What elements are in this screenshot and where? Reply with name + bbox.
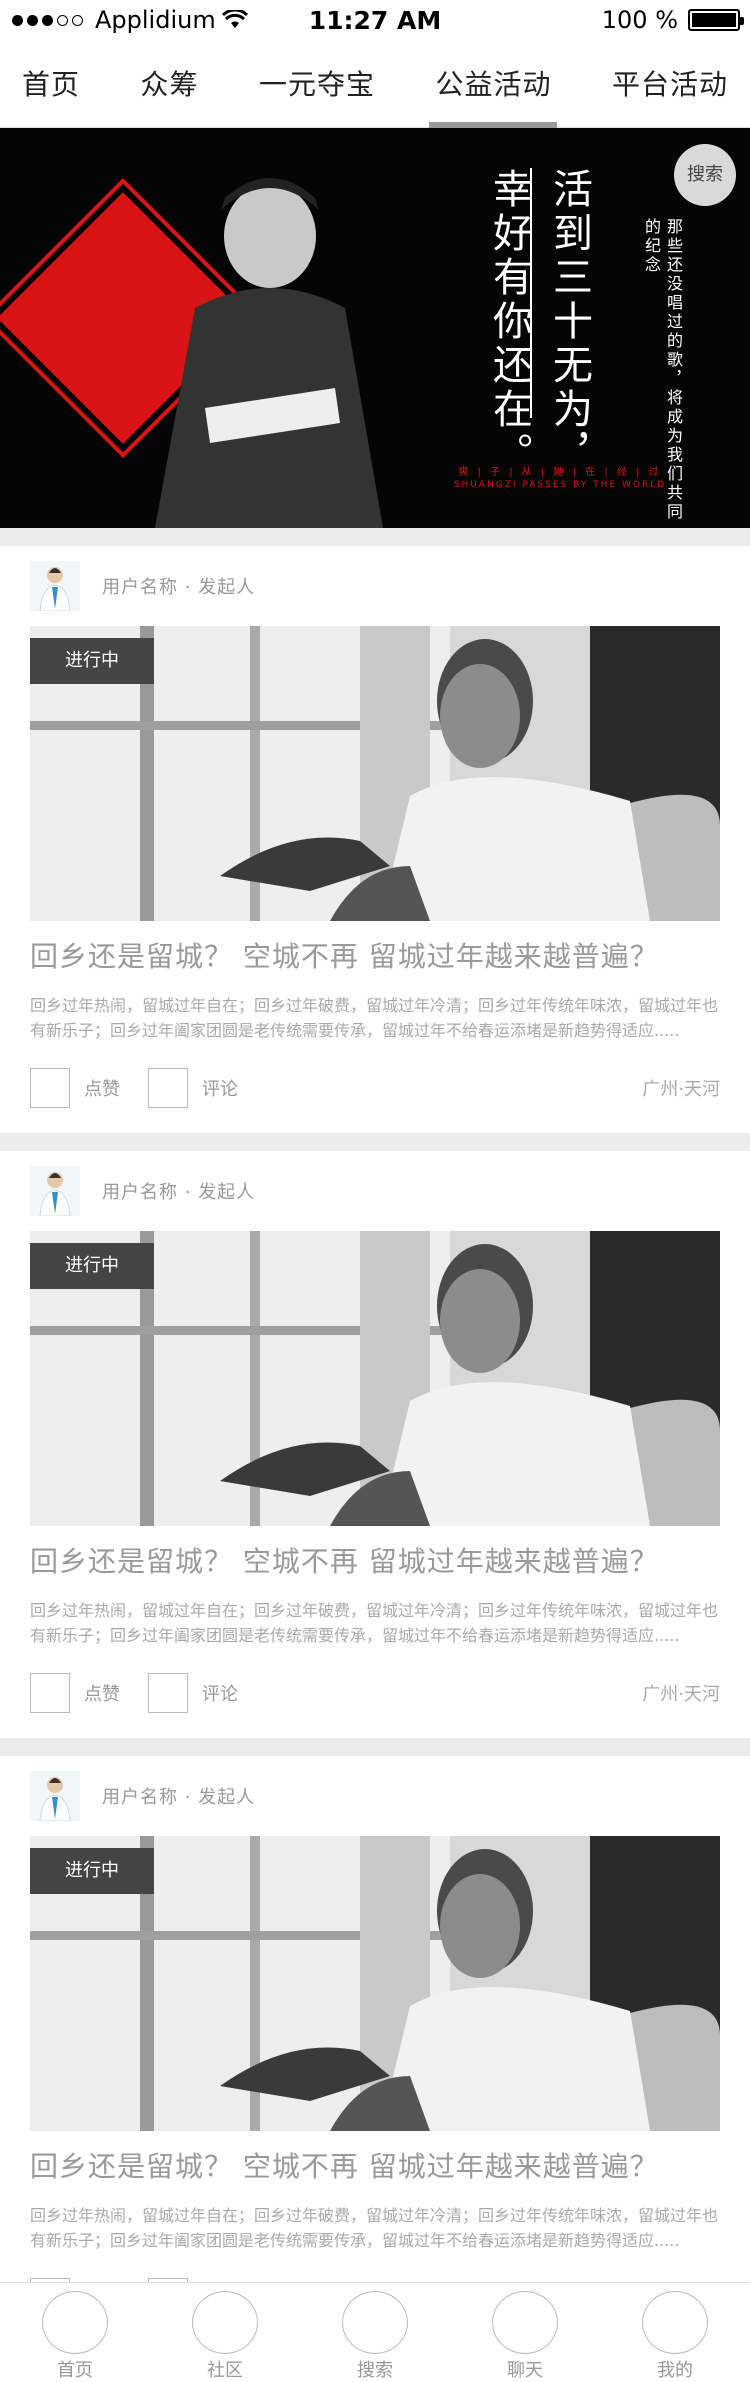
tab-2[interactable]: 一元夺宝 [259,42,375,128]
battery-icon [688,9,744,31]
bottom-tab-label: 社区 [207,2360,243,2381]
tab-3[interactable]: 公益活动 [429,42,558,128]
bottom-tab-0[interactable]: 首页 [20,2283,130,2382]
activity-description: 回乡过年热闹，留城过年自在；回乡过年破费，留城过年冷清；回乡过年传统年味浓，留城… [30,2206,719,2250]
tab-icon [492,2291,558,2354]
status-badge: 进行中 [30,1243,154,1289]
section-separator [0,528,750,546]
section-separator [0,1133,750,1151]
tab-icon [192,2291,258,2354]
top-nav: 首页 众筹 一元夺宝 公益活动 平台活动 [0,42,750,128]
like-button[interactable]: 点赞 [30,1068,120,1108]
bottom-tab-bar: 首页 社区 搜索 聊天 我的 [0,2282,750,2382]
status-badge: 进行中 [30,1848,154,1894]
tab-icon [642,2291,708,2354]
bottom-tab-2[interactable]: 搜索 [320,2283,430,2382]
activity-card[interactable]: 用户名称 · 发起人 进行中 回乡还是留城？ 空城不再 留城过年越来越普遍？ 回 [0,1151,750,1738]
activity-photo[interactable]: 进行中 [30,1231,720,1526]
like-label: 点赞 [84,1684,120,1705]
avatar[interactable] [30,1771,80,1821]
bottom-tab-label: 我的 [657,2360,693,2381]
activity-title[interactable]: 回乡还是留城？ 空城不再 留城过年越来越普遍？ [30,1540,720,1580]
section-separator [0,1738,750,1756]
status-bar: Applidium 11:27 AM 100 % [0,0,750,42]
user-name[interactable]: 用户名称 · 发起人 [102,573,255,599]
activity-description: 回乡过年热闹，留城过年自在；回乡过年破费，留城过年冷清；回乡过年传统年味浓，留城… [30,996,719,1040]
comment-icon [148,1068,188,1108]
location-label: 广州·天河 [642,1684,720,1705]
comment-button[interactable]: 评论 [148,1068,238,1108]
activity-card[interactable]: 用户名称 · 发起人 进行中 回乡还是留城？ 空城不再 留城过年越来越普遍？ 回 [0,546,750,1133]
activity-card[interactable]: 用户名称 · 发起人 进行中 回乡还是留城？ 空城不再 留城过年越来越普遍？ 回 [0,1756,750,2343]
avatar[interactable] [30,561,80,611]
comment-label: 评论 [202,1684,238,1705]
battery-fill [692,13,736,27]
banner-headline-1: 活到三十无为， [546,168,592,476]
like-button[interactable]: 点赞 [30,1673,120,1713]
comment-button[interactable]: 评论 [148,1673,238,1713]
comment-icon [148,1673,188,1713]
tab-4[interactable]: 平台活动 [612,42,728,128]
bottom-tab-1[interactable]: 社区 [170,2283,280,2382]
activity-description: 回乡过年热闹，留城过年自在；回乡过年破费，留城过年冷清；回乡过年传统年味浓，留城… [30,1601,719,1645]
card-header: 用户名称 · 发起人 [30,546,720,626]
location-label: 广州·天河 [642,1079,720,1100]
activity-title[interactable]: 回乡还是留城？ 空城不再 留城过年越来越普遍？ [30,2145,720,2185]
user-name[interactable]: 用户名称 · 发起人 [102,1783,255,1809]
search-button[interactable]: 搜索 [674,144,736,206]
banner-subtitle-cn: 爽 | 子 | 从 | 她 | 在 | 经 | 过 [458,467,662,478]
battery-percent: 100 % [601,6,678,34]
user-name[interactable]: 用户名称 · 发起人 [102,1178,255,1204]
bottom-tab-label: 聊天 [507,2360,543,2381]
tab-1[interactable]: 众筹 [140,42,198,128]
activity-feed: 用户名称 · 发起人 进行中 回乡还是留城？ 空城不再 留城过年越来越普遍？ 回 [0,528,750,2343]
bottom-tab-label: 首页 [57,2360,93,2381]
card-header: 用户名称 · 发起人 [30,1756,720,1836]
avatar[interactable] [30,1166,80,1216]
comment-label: 评论 [202,1079,238,1100]
hero-banner[interactable]: 活到三十无为， 幸好有你还在。 那些还没唱过的歌，将成为我们共同的纪念 爽 | … [0,128,750,528]
banner-portrait [155,178,383,528]
like-icon [30,1673,70,1713]
like-label: 点赞 [84,1079,120,1100]
bottom-tab-4[interactable]: 我的 [620,2283,730,2382]
activity-title[interactable]: 回乡还是留城？ 空城不再 留城过年越来越普遍？ [30,935,720,975]
activity-photo[interactable]: 进行中 [30,626,720,921]
banner-headline-2: 幸好有你还在。 [486,168,532,476]
activity-photo[interactable]: 进行中 [30,1836,720,2131]
card-actions: 点赞 评论 广州·天河 [30,1043,720,1133]
banner-subtitle-en: SHUANGZI PASSES BY THE WORLD [453,480,667,490]
like-icon [30,1068,70,1108]
card-actions: 点赞 评论 广州·天河 [30,1648,720,1738]
tab-icon [42,2291,108,2354]
battery-area: 100 % [601,6,744,34]
status-badge: 进行中 [30,638,154,684]
bottom-tab-3[interactable]: 聊天 [470,2283,580,2382]
tab-icon [342,2291,408,2354]
card-header: 用户名称 · 发起人 [30,1151,720,1231]
bottom-tab-label: 搜索 [357,2360,393,2381]
tab-0[interactable]: 首页 [22,42,80,128]
